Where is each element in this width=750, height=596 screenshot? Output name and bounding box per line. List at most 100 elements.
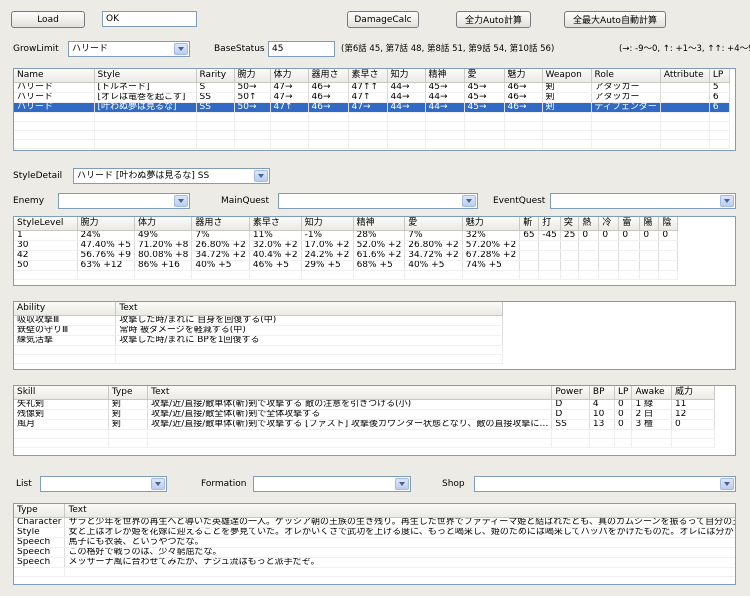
table-row[interactable]: ハリード [トルネード] S 50→ 47→ 46→ 47↑↑ 44→ 45→ 45→ 46→ 剣アタ… <box>14 82 730 93</box>
column-header[interactable]: 体力 <box>134 217 193 231</box>
column-header[interactable]: Awake <box>631 386 672 400</box>
column-header[interactable]: 威力 <box>671 386 716 400</box>
column-header[interactable]: Type <box>108 386 149 400</box>
table-row[interactable]: 練気活撃 攻撃した時/まれに BPを1回復する <box>14 335 735 346</box>
table-row[interactable]: 風月剣攻撃/近/直接/敵単体(斬)剣で攻撃する [ファスト] 攻撃後カウンター状… <box>14 419 735 430</box>
full-auto-button[interactable]: 全力Auto計算 <box>456 11 531 28</box>
column-header[interactable]: Text <box>147 386 553 400</box>
column-header[interactable]: 魅力 <box>462 217 521 231</box>
column-header[interactable]: 魅力 <box>504 69 543 83</box>
table-cell: 剣 <box>108 419 149 430</box>
column-header[interactable]: Power <box>551 386 590 400</box>
table-row[interactable]: ハリード [オレは竜巻を起こす] SS 50↑ 47→ 46→ 47↑ 44→ 44→ 45→ 46… <box>14 92 730 103</box>
column-header[interactable]: 体力 <box>270 69 309 83</box>
table-row[interactable]: 吸収攻撃Ⅲ 攻撃した時/まれに 自身を回復する(中) <box>14 315 735 326</box>
table-cell <box>196 130 235 140</box>
column-header[interactable]: 知力 <box>301 217 354 231</box>
load-button[interactable]: Load <box>11 11 85 28</box>
table-cell: 0 <box>614 409 633 420</box>
table-cell: 56.76% +9 <box>77 250 135 261</box>
column-header[interactable]: 知力 <box>387 69 426 83</box>
column-header[interactable]: 器用さ <box>308 69 349 83</box>
table-cell <box>671 438 716 448</box>
table-row[interactable]: 失礼剣剣攻撃/近/直接/敵単体(斬)剣で攻撃する 敵の注意を引きつける(小) D 4… <box>14 399 735 410</box>
chevron-down-icon[interactable] <box>151 478 165 490</box>
list-select[interactable] <box>40 476 167 492</box>
damage-calc-button[interactable]: DamageCalc <box>347 11 419 28</box>
chevron-down-icon[interactable] <box>254 170 268 182</box>
column-header[interactable]: Attribute <box>660 69 710 83</box>
chevron-down-icon[interactable] <box>174 195 188 207</box>
column-header[interactable]: BP <box>589 386 615 400</box>
style-detail-select[interactable]: ハリード [叶わぬ夢は見るな] SS <box>73 168 270 184</box>
column-header[interactable]: StyleLevel <box>14 217 78 231</box>
table-cell <box>308 112 349 122</box>
shop-select[interactable] <box>474 476 736 492</box>
table-row[interactable]: Speech 馬子にも衣装、というやつだな。 <box>14 537 735 548</box>
column-header[interactable]: Weapon <box>542 69 592 83</box>
event-quest-select[interactable] <box>550 193 736 209</box>
column-header[interactable]: 愛 <box>464 69 505 83</box>
table-cell: 40.4% +2 <box>249 250 302 261</box>
column-header[interactable]: 素早さ <box>249 217 302 231</box>
text-grid[interactable]: Type Text Character サラと少年を世界の再生へと導いた英雄達の一人… <box>13 503 736 585</box>
table-row[interactable]: 42 56.76% +9 80.08% +8 34.72% +2 40.4% +2 24.… <box>14 250 679 261</box>
table-cell <box>519 250 540 261</box>
max-auto-button[interactable]: 全最大Auto自動計算 <box>564 11 666 28</box>
base-status-field[interactable]: 45 <box>268 41 335 57</box>
main-quest-select[interactable] <box>278 193 478 209</box>
column-header[interactable]: 熱 <box>578 217 600 231</box>
column-header[interactable]: 腕力 <box>77 217 135 231</box>
column-header[interactable]: LP <box>614 386 633 400</box>
table-row[interactable]: 鉄壁の守りⅢ 常時 被ダメージを軽減する(中) <box>14 325 735 336</box>
column-header[interactable]: 冷 <box>598 217 620 231</box>
column-header[interactable]: Text <box>115 302 504 316</box>
style-grid[interactable]: Name Style Rarity 腕力 体力 器用さ 素早さ 知力 精神愛魅力 Weapon Ro… <box>13 68 736 151</box>
table-row[interactable]: Style 女と上はオレが姫を花嫁に迎えることを夢見ていた。オレがいくさで武功を上… <box>14 527 735 538</box>
table-cell <box>542 130 592 140</box>
column-header[interactable]: 陰 <box>658 217 679 231</box>
formation-select[interactable] <box>253 476 411 492</box>
column-header[interactable]: Skill <box>14 386 109 400</box>
column-header[interactable]: Name <box>14 69 95 83</box>
column-header[interactable]: 斬 <box>519 217 540 231</box>
column-header[interactable]: 精神 <box>353 217 406 231</box>
column-header[interactable]: 素早さ <box>348 69 388 83</box>
column-header[interactable]: Text <box>64 504 735 518</box>
column-header[interactable]: Ability <box>14 302 117 316</box>
chevron-down-icon[interactable] <box>720 195 734 207</box>
table-row[interactable]: ハリード [叶わぬ夢は見るな] SS 50→ 47↑ 46→ 47→ 44→ 44→ 45→ 46→… <box>14 102 730 113</box>
table-row[interactable]: 50 63% +12 86% +16 40% +5 46% +5 29% +5 68% +5… <box>14 260 679 271</box>
column-header[interactable]: 雷 <box>618 217 641 231</box>
column-header[interactable]: 愛 <box>404 217 463 231</box>
table-cell: 65 <box>519 230 540 241</box>
status-field[interactable]: OK <box>102 11 197 27</box>
ability-grid[interactable]: Ability Text 吸収攻撃Ⅲ 攻撃した時/まれに 自身を回復する(中) 鉄壁の… <box>13 301 736 370</box>
chevron-down-icon[interactable] <box>720 478 734 490</box>
column-header[interactable]: Style <box>94 69 197 83</box>
table-row[interactable]: Character サラと少年を世界の再生へと導いた英雄達の一人。ゲッシア朝の王族… <box>14 517 735 528</box>
table-row[interactable]: 30 47.40% +5 71.20% +8 26.80% +2 32.0% +2 17.… <box>14 240 679 251</box>
chevron-down-icon[interactable] <box>462 195 476 207</box>
column-header[interactable]: LP <box>709 69 730 83</box>
column-header[interactable]: 突 <box>560 217 580 231</box>
chevron-down-icon[interactable] <box>174 43 188 55</box>
column-header[interactable]: Role <box>591 69 661 83</box>
chevron-down-icon[interactable] <box>395 478 409 490</box>
grow-limit-select[interactable]: ハリード <box>68 41 190 57</box>
skill-grid[interactable]: Skill Type Text Power BP LP Awake 威力 失礼剣剣攻撃/近/直… <box>13 385 736 456</box>
table-row[interactable]: Speech メッサーナ風に合わせてみたが、ナジュ流はもっと派手だぞ。 <box>14 557 735 568</box>
column-header[interactable]: 陽 <box>639 217 660 231</box>
column-header[interactable]: Rarity <box>196 69 235 83</box>
column-header[interactable]: Type <box>14 504 66 518</box>
column-header[interactable]: 器用さ <box>191 217 250 231</box>
table-row[interactable]: 1 24% 49% 7% 11% -1% 28% 7% 32% 65 -45 25 0 0 0 0 0 <box>14 230 679 241</box>
enemy-select[interactable] <box>58 193 190 209</box>
level-grid[interactable]: StyleLevel 腕力 体力 器用さ 素早さ 知力 精神愛魅力斬打突熱冷雷陽陰 1 24%… <box>13 216 736 286</box>
table-row[interactable]: 残像剣剣攻撃/近/直接/敵全体(斬)剣で全体攻撃する D 10 0 2 白 12 <box>14 409 735 420</box>
column-header[interactable]: 打 <box>538 217 561 231</box>
table-cell: 6 <box>709 102 730 113</box>
column-header[interactable]: 精神 <box>425 69 465 83</box>
table-row[interactable]: Speech この格好で戦うのは、少々窮屈だな。 <box>14 547 735 558</box>
column-header[interactable]: 腕力 <box>234 69 271 83</box>
